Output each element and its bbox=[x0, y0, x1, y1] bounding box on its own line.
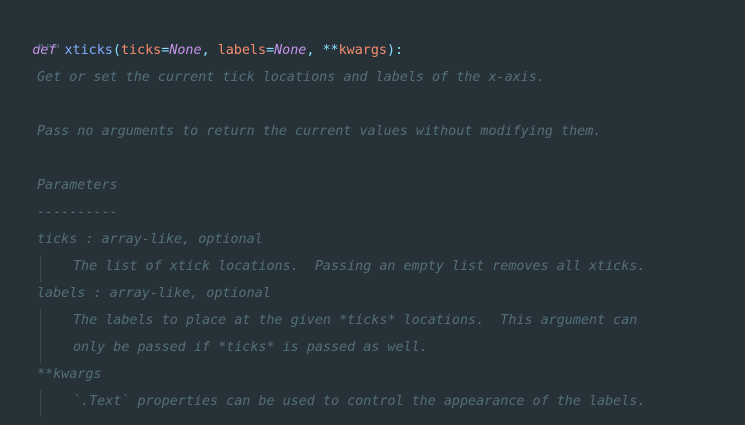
open-paren: ( bbox=[112, 43, 121, 58]
docstring-description: Pass no arguments to return the current … bbox=[37, 124, 602, 139]
indent-guide bbox=[40, 309, 41, 363]
close-signature: ): bbox=[387, 43, 404, 58]
comma: , bbox=[306, 43, 315, 58]
kwargs-param-description: `.Text` properties can be used to contro… bbox=[73, 394, 646, 409]
default-none: None bbox=[169, 43, 202, 58]
ticks-param-signature: ticks : array-like, optional bbox=[37, 232, 263, 247]
function-name: xticks bbox=[64, 43, 113, 58]
param-kwargs: kwargs bbox=[338, 43, 387, 58]
kwargs-stars: ** bbox=[322, 43, 339, 58]
labels-param-description-cont: only be passed if *ticks* is passed as w… bbox=[73, 340, 428, 355]
docstring-open-quotes: """ bbox=[37, 43, 62, 58]
docstring-summary: Get or set the current tick locations an… bbox=[37, 70, 545, 85]
param-labels: labels bbox=[217, 43, 267, 58]
labels-param-signature: labels : array-like, optional bbox=[37, 286, 271, 301]
parameters-underline: ---------- bbox=[37, 205, 118, 220]
ticks-param-description: The list of xtick locations. Passing an … bbox=[73, 259, 646, 274]
param-ticks: ticks bbox=[120, 43, 162, 58]
kwargs-param-signature: **kwargs bbox=[37, 367, 102, 382]
indent-guide bbox=[40, 390, 41, 417]
function-signature-line[interactable]: def xticks(ticks=None, labels=None, **kw… bbox=[0, 10, 403, 58]
equals-sign: = bbox=[266, 43, 275, 58]
parameters-heading: Parameters bbox=[37, 178, 118, 193]
code-editor[interactable]: def xticks(ticks=None, labels=None, **kw… bbox=[0, 0, 745, 425]
comma: , bbox=[201, 43, 210, 58]
labels-param-description: The labels to place at the given *ticks*… bbox=[73, 313, 638, 328]
indent-guide bbox=[40, 255, 41, 282]
default-none: None bbox=[274, 43, 307, 58]
